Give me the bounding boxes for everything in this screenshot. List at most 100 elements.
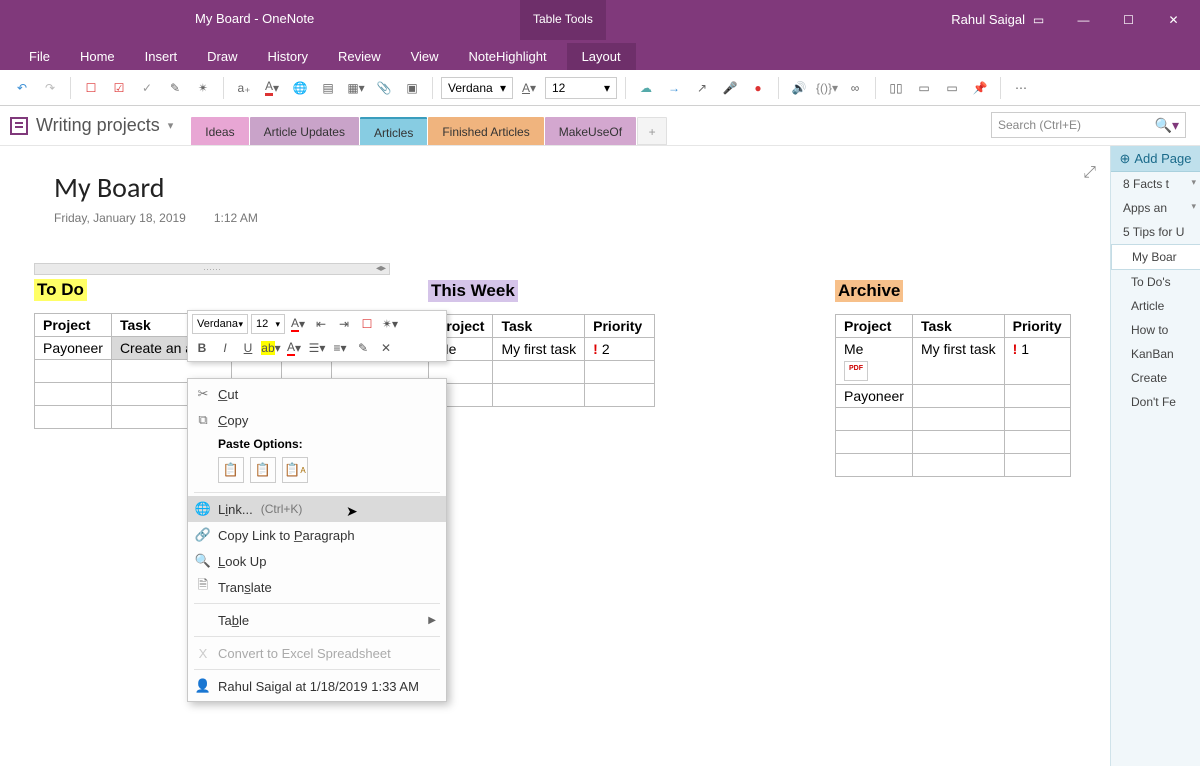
styles-icon[interactable]: ✎ <box>353 338 373 358</box>
tab-insert[interactable]: Insert <box>130 43 193 70</box>
cell-task[interactable]: My first task <box>912 338 1004 385</box>
clear-format-icon[interactable]: ✴ <box>191 76 215 100</box>
cell-priority[interactable]: !1 <box>1004 338 1070 385</box>
checkbox-checked-icon[interactable]: ☑ <box>107 76 131 100</box>
board-heading-thisweek[interactable]: This Week <box>428 280 518 302</box>
table-thisweek[interactable]: Project Task Priority Me My first task !… <box>428 314 655 407</box>
empty-cell[interactable] <box>836 408 913 431</box>
pin-icon[interactable]: 📌 <box>968 76 992 100</box>
empty-cell[interactable] <box>836 431 913 454</box>
ribbon-display-options[interactable]: ▭ <box>1016 5 1061 35</box>
empty-cell[interactable] <box>1004 408 1070 431</box>
clear-icon[interactable]: A▾ <box>288 314 308 334</box>
grid-icon[interactable]: ▦▾ <box>344 76 368 100</box>
page-item[interactable]: 8 Facts t <box>1111 172 1200 196</box>
cell-project[interactable]: Payoneer <box>35 337 112 360</box>
board-heading-archive[interactable]: Archive <box>835 280 903 302</box>
menu-lookup[interactable]: 🔍 Look Up <box>188 548 446 574</box>
highlight-icon[interactable]: ab▾ <box>261 338 281 358</box>
empty-cell[interactable] <box>912 431 1004 454</box>
insert-icon[interactable]: ▣ <box>400 76 424 100</box>
empty-cell[interactable] <box>1004 431 1070 454</box>
section-tab-finished-articles[interactable]: Finished Articles <box>428 117 543 145</box>
empty-cell[interactable] <box>912 454 1004 477</box>
section-tab-article-updates[interactable]: Article Updates <box>250 117 359 145</box>
globe-icon[interactable]: 🌐 <box>288 76 312 100</box>
maximize-button[interactable]: ☐ <box>1106 5 1151 35</box>
menu-translate[interactable]: 🗎 Translate <box>188 574 446 600</box>
underline-icon[interactable]: U <box>238 338 258 358</box>
empty-cell[interactable] <box>493 384 585 407</box>
page-item[interactable]: 5 Tips for U <box>1111 220 1200 244</box>
checkbox-icon[interactable]: ☐ <box>357 314 377 334</box>
infinity-icon[interactable]: ∞ <box>843 76 867 100</box>
paste-keep-formatting[interactable]: 📋 <box>218 457 244 483</box>
cell-project[interactable]: Payoneer <box>836 385 913 408</box>
undo-button[interactable]: ↶ <box>10 76 34 100</box>
font-size-selector[interactable]: 12▾ <box>545 77 617 99</box>
col-priority[interactable]: Priority <box>1004 315 1070 338</box>
page-item[interactable]: Article <box>1111 294 1200 318</box>
text-icon[interactable]: a₊ <box>232 76 256 100</box>
add-section-button[interactable]: + <box>637 117 667 145</box>
mic-icon[interactable]: 🎤 <box>718 76 742 100</box>
layout3-icon[interactable]: ▭ <box>940 76 964 100</box>
add-page-button[interactable]: ⊕ Add Page <box>1111 146 1200 172</box>
page-item[interactable]: Create <box>1111 366 1200 390</box>
menu-copy[interactable]: ⧉ Copy <box>188 407 446 433</box>
section-tab-ideas[interactable]: Ideas <box>191 117 248 145</box>
send-icon[interactable]: ↗ <box>690 76 714 100</box>
cloud-icon[interactable]: ☁ <box>634 76 658 100</box>
page-date[interactable]: Friday, January 18, 2019 <box>54 211 186 225</box>
col-project[interactable]: Project <box>35 314 112 337</box>
col-priority[interactable]: Priority <box>585 315 655 338</box>
menu-copy-link-paragraph[interactable]: 🔗 Copy Link to Paragraph <box>188 522 446 548</box>
empty-cell[interactable] <box>35 406 112 429</box>
tab-review[interactable]: Review <box>323 43 396 70</box>
cell-project[interactable]: Me <box>836 338 913 385</box>
tag-icon[interactable]: ✴▾ <box>380 314 400 334</box>
font-selector[interactable]: Verdana▾ <box>441 77 513 99</box>
expand-icon[interactable]: ⤢ <box>1083 164 1096 182</box>
checkmark-icon[interactable]: ✓ <box>135 76 159 100</box>
cell-task[interactable]: My first task <box>493 338 585 361</box>
user-name[interactable]: Rahul Saigal <box>951 12 1025 27</box>
font-color2-icon[interactable]: A▾ <box>517 76 541 100</box>
tab-home[interactable]: Home <box>65 43 130 70</box>
delete-icon[interactable]: ✕ <box>376 338 396 358</box>
format-painter-icon[interactable]: ✎ <box>163 76 187 100</box>
col-project[interactable]: Project <box>836 315 913 338</box>
col-task[interactable]: Task <box>912 315 1004 338</box>
table-archive[interactable]: Project Task Priority Me My first task !… <box>835 314 1071 477</box>
bullets-icon[interactable]: ☰▾ <box>307 338 327 358</box>
empty-cell[interactable] <box>1004 385 1070 408</box>
empty-cell[interactable] <box>836 454 913 477</box>
tab-layout[interactable]: Layout <box>567 43 636 70</box>
menu-table[interactable]: Table ▶ <box>188 607 446 633</box>
search-input[interactable]: Search (Ctrl+E) 🔍▾ <box>991 112 1186 138</box>
page-icon[interactable]: ▤ <box>316 76 340 100</box>
tab-history[interactable]: History <box>253 43 323 70</box>
page-item[interactable]: How to <box>1111 318 1200 342</box>
page-title[interactable]: My Board <box>54 170 1110 205</box>
menu-author-info[interactable]: 👤 Rahul Saigal at 1/18/2019 1:33 AM <box>188 673 446 699</box>
notebook-selector[interactable]: Writing projects ▾ <box>10 115 173 136</box>
tab-view[interactable]: View <box>396 43 454 70</box>
board-heading-todo[interactable]: To Do <box>34 279 87 301</box>
mini-size-selector[interactable]: 12▾ <box>251 314 285 334</box>
layout1-icon[interactable]: ▯▯ <box>884 76 908 100</box>
page-item[interactable]: KanBan <box>1111 342 1200 366</box>
checkbox-icon[interactable]: ☐ <box>79 76 103 100</box>
tab-file[interactable]: File <box>14 43 65 70</box>
page-item[interactable]: Apps an <box>1111 196 1200 220</box>
paste-text-only[interactable]: 📋A <box>282 457 308 483</box>
menu-link[interactable]: 🌐 Link... (Ctrl+K) <box>188 496 446 522</box>
bold-icon[interactable]: B <box>192 338 212 358</box>
page-item[interactable]: Don't Fe <box>1111 390 1200 414</box>
empty-cell[interactable] <box>912 408 1004 431</box>
menu-cut[interactable]: ✂ Cut <box>188 381 446 407</box>
mini-font-selector[interactable]: Verdana▾ <box>192 314 248 334</box>
italic-icon[interactable]: I <box>215 338 235 358</box>
indent-icon[interactable]: ⇥ <box>334 314 354 334</box>
page-time[interactable]: 1:12 AM <box>214 211 258 225</box>
